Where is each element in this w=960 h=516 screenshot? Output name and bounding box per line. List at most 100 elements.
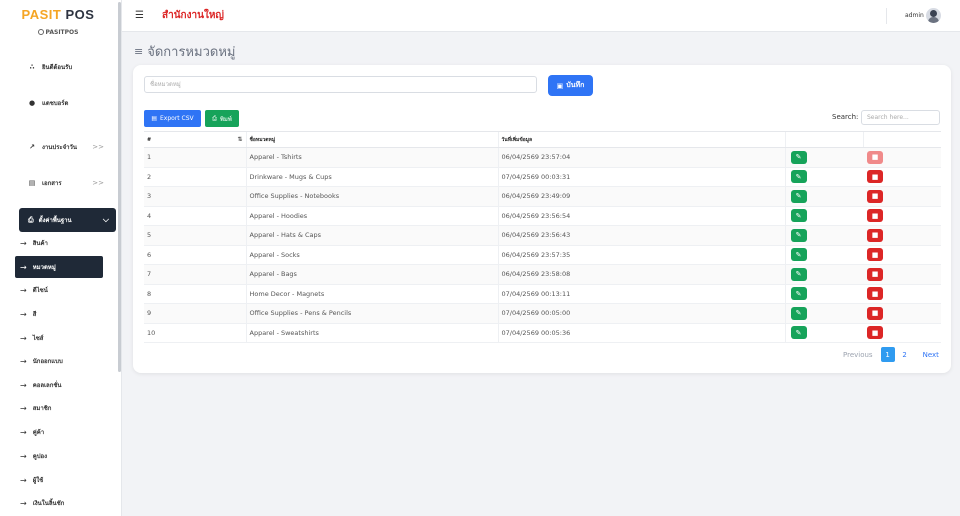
sidebar-item-daily[interactable]: ↗ งานประจำวัน >> <box>0 140 116 154</box>
delete-button[interactable]: ■ <box>867 170 883 184</box>
sidebar-subitem-partners[interactable]: → คู่ค้า <box>0 425 116 439</box>
table-header-row: # ⇅ ชื่อหมวดหมู่ วันที่เพิ่มข้อมูล <box>144 131 941 148</box>
sidebar-subitem-categories[interactable]: → หมวดหมู่ <box>15 256 103 278</box>
table-row: 3 Office Supplies - Notebooks 06/04/2569 2… <box>144 186 941 207</box>
cell-delete: ■ <box>863 206 941 226</box>
topbar-divider <box>886 8 887 24</box>
cell-date-added: 07/04/2569 00:05:00 <box>497 303 785 324</box>
pagination-page-1[interactable]: 1 <box>880 347 895 362</box>
expand-icon: >> <box>92 179 104 187</box>
sidebar-subitem-cash-drawer[interactable]: → เงินในลิ้นชัก <box>0 496 116 510</box>
column-header-number[interactable]: # ⇅ <box>144 131 246 148</box>
sidebar-item-welcome[interactable]: ∴ ยินดีต้อนรับ <box>0 60 116 74</box>
floppy-icon: ▣ <box>556 81 564 90</box>
cell-edit: ✎ <box>784 284 863 304</box>
sidebar-subitem-members[interactable]: → สมาชิก <box>0 401 116 415</box>
sidebar-subitem-products[interactable]: → สินค้า <box>0 236 116 250</box>
edit-button[interactable]: ✎ <box>790 189 807 203</box>
sidebar-item-dashboard[interactable]: ● แดชบอร์ด <box>0 96 116 110</box>
sidebar-item-documents[interactable]: ▤ เอกสาร >> <box>0 176 116 190</box>
delete-button[interactable]: ■ <box>867 267 883 281</box>
cell-category-name: Office Supplies - Pens & Pencils <box>245 303 498 324</box>
column-header-name[interactable]: ชื่อหมวดหมู่ <box>245 131 498 148</box>
cell-delete: ■ <box>863 303 941 324</box>
sitemap-icon: ∴ <box>29 63 35 71</box>
table-row: 6 Apparel - Socks 06/04/2569 23:57:35 ✎ ■ <box>144 245 941 265</box>
pagination-next[interactable]: Next <box>923 351 939 359</box>
edit-button[interactable]: ✎ <box>790 306 807 320</box>
sidebar-subitem-colors[interactable]: → สี <box>0 307 116 321</box>
table-row: 9 Office Supplies - Pens & Pencils 07/04/2… <box>144 303 941 324</box>
arrow-right-icon: → <box>20 451 27 461</box>
table-row: 7 Apparel - Bags 06/04/2569 23:58:08 ✎ ■ <box>144 264 941 285</box>
arrow-right-icon: → <box>20 403 27 413</box>
edit-button[interactable]: ✎ <box>790 267 807 281</box>
edit-button[interactable]: ✎ <box>790 228 807 242</box>
sidebar-subitem-collections[interactable]: → คอลเลกชั่น <box>0 378 116 392</box>
category-name-input[interactable] <box>144 76 537 93</box>
edit-button[interactable]: ✎ <box>790 287 807 301</box>
sidebar-subitem-users[interactable]: → ผู้ใช้ <box>0 473 116 487</box>
cell-edit: ✎ <box>784 206 863 226</box>
delete-button[interactable]: ■ <box>867 150 883 164</box>
cell-date-added: 07/04/2569 00:13:11 <box>497 284 785 304</box>
cell-category-name: Apparel - Sweatshirts <box>245 323 498 343</box>
cell-category-name: Office Supplies - Notebooks <box>245 186 498 207</box>
avatar[interactable] <box>926 8 941 23</box>
cell-category-name: Apparel - Hats & Caps <box>245 225 498 246</box>
arrow-right-icon: → <box>20 333 27 343</box>
edit-button[interactable]: ✎ <box>790 248 807 262</box>
edit-button[interactable]: ✎ <box>790 150 807 164</box>
delete-button[interactable]: ■ <box>867 228 883 242</box>
sidebar-subitem-designers[interactable]: → นักออกแบบ <box>0 354 116 368</box>
arrow-right-icon: → <box>20 427 27 437</box>
sort-icon: ⇅ <box>237 136 243 143</box>
circle-icon <box>37 29 44 35</box>
sidebar-subitem-designs[interactable]: → ดีไซน์ <box>0 283 116 297</box>
cell-number: 1 <box>144 147 246 168</box>
delete-button[interactable]: ■ <box>867 248 883 262</box>
cell-category-name: Apparel - Tshirts <box>245 147 498 168</box>
cell-delete: ■ <box>863 264 941 285</box>
export-csv-button[interactable]: ▤ Export CSV <box>144 110 201 127</box>
document-icon: ▤ <box>28 179 36 187</box>
cell-delete: ■ <box>863 167 941 187</box>
sidebar-group-settings[interactable]: ⎙ ตั้งค่าพื้นฐาน ⌵ <box>19 208 116 232</box>
page-title: ≡ จัดการหมวดหมู่ <box>134 45 236 60</box>
sidebar-subitem-coupons[interactable]: → คูปอง <box>0 449 116 463</box>
branch-name[interactable]: สำนักงานใหญ่ <box>162 8 224 23</box>
cell-edit: ✎ <box>784 264 863 285</box>
arrow-right-icon: → <box>20 262 27 272</box>
delete-button[interactable]: ■ <box>867 189 883 203</box>
pagination-page-2[interactable]: 2 <box>898 347 912 362</box>
delete-button[interactable]: ■ <box>867 287 883 301</box>
hamburger-icon[interactable]: ☰ <box>135 10 144 21</box>
delete-button[interactable]: ■ <box>867 326 883 340</box>
sidebar: PASIT POS PASITPOS ∴ ยินดีต้อนรับ ● แดชบ… <box>0 0 122 516</box>
cell-category-name: Apparel - Hoodies <box>245 206 498 226</box>
cell-date-added: 06/04/2569 23:58:08 <box>497 264 785 285</box>
sidebar-subitem-sizes[interactable]: → ไซส์ <box>0 331 116 345</box>
save-button[interactable]: ▣ บันทึก <box>548 75 593 96</box>
column-header-date[interactable]: วันที่เพิ่มข้อมูล <box>497 131 785 148</box>
cell-date-added: 06/04/2569 23:49:09 <box>497 186 785 207</box>
brand-logo[interactable]: PASIT POS <box>0 7 116 22</box>
edit-button[interactable]: ✎ <box>790 326 807 340</box>
delete-button[interactable]: ■ <box>867 209 883 223</box>
cell-category-name: Drinkware - Mugs & Cups <box>245 167 498 187</box>
printer-icon: ⎙ <box>212 114 217 122</box>
delete-button[interactable]: ■ <box>867 306 883 320</box>
sidebar-scrollbar[interactable] <box>118 2 121 372</box>
cell-edit: ✎ <box>784 147 863 168</box>
arrow-right-icon: → <box>20 498 27 508</box>
search-input[interactable] <box>861 110 940 125</box>
table-row: 5 Apparel - Hats & Caps 06/04/2569 23:56:4… <box>144 225 941 246</box>
cell-delete: ■ <box>863 323 941 343</box>
edit-button[interactable]: ✎ <box>790 170 807 184</box>
edit-button[interactable]: ✎ <box>790 209 807 223</box>
pagination-previous[interactable]: Previous <box>843 351 873 359</box>
user-name[interactable]: admin <box>905 12 924 19</box>
table-row: 8 Home Decor - Magnets 07/04/2569 00:13:11… <box>144 284 941 304</box>
cell-date-added: 06/04/2569 23:56:43 <box>497 225 785 246</box>
print-button[interactable]: ⎙ พิมพ์ <box>205 110 239 127</box>
